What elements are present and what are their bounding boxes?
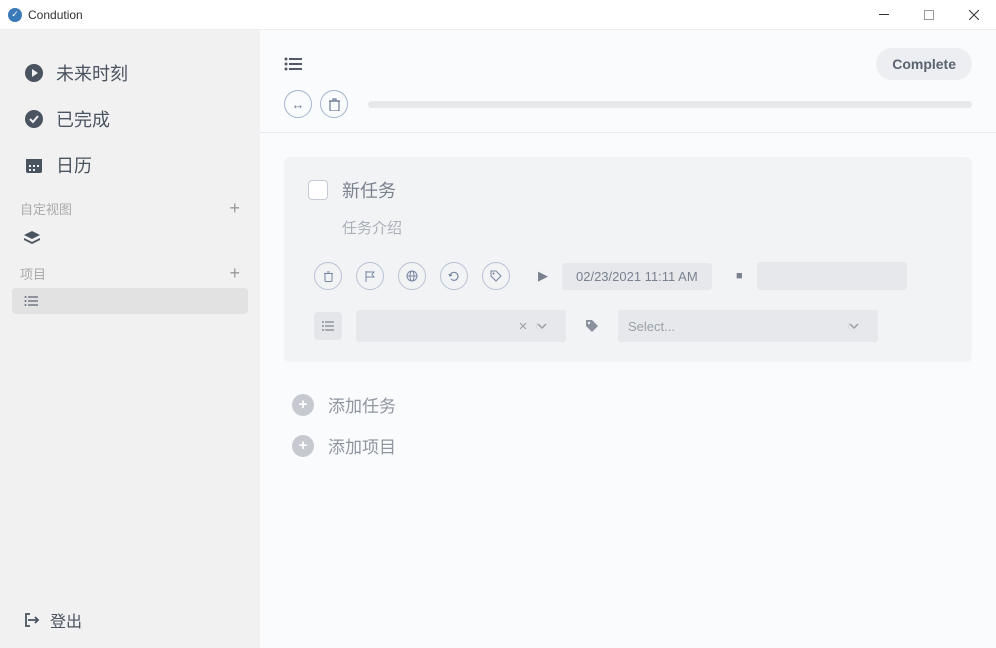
- sidebar: 未来时刻 已完成 日历 自定视图 +: [0, 30, 260, 648]
- task-repeat-button[interactable]: [440, 262, 468, 290]
- nav-calendar[interactable]: 日历: [14, 142, 246, 188]
- task-flag-button[interactable]: [356, 262, 384, 290]
- section-label: 项目: [20, 264, 46, 283]
- logout-button[interactable]: 登出: [0, 592, 260, 648]
- app-icon: ✓: [8, 8, 22, 22]
- play-circle-icon: [24, 64, 44, 82]
- custom-view-item[interactable]: [0, 223, 260, 253]
- task-description-input[interactable]: 任务介绍: [342, 217, 948, 238]
- progress-bar: [368, 101, 972, 108]
- end-date-input[interactable]: [757, 262, 907, 290]
- nav-label: 日历: [56, 152, 92, 178]
- task-title-input[interactable]: 新任务: [342, 177, 396, 203]
- trash-icon: [329, 98, 340, 111]
- clear-icon[interactable]: ×: [510, 318, 536, 335]
- add-project-label: 添加项目: [328, 433, 396, 458]
- maximize-button[interactable]: [906, 0, 951, 30]
- window-titlebar: ✓ Condution: [0, 0, 996, 30]
- project-header-icon: [284, 57, 302, 71]
- tag-dropdown[interactable]: Select...: [618, 310, 878, 342]
- flag-icon: [365, 271, 375, 282]
- section-label: 自定视图: [20, 199, 72, 218]
- custom-view-section-header: 自定视图 +: [0, 188, 260, 223]
- task-card: 新任务 任务介绍: [284, 157, 972, 362]
- project-item[interactable]: [12, 288, 248, 314]
- tag-icon: [584, 318, 600, 334]
- trash-icon: [324, 271, 333, 282]
- start-date-input[interactable]: 02/23/2021 11:11 AM: [562, 263, 712, 290]
- window-title: Condution: [28, 8, 83, 22]
- subtask-list-button[interactable]: [314, 312, 342, 340]
- task-globe-button[interactable]: [398, 262, 426, 290]
- add-task-button[interactable]: + 添加任务: [292, 384, 964, 425]
- projects-section-header: 项目 +: [0, 253, 260, 288]
- minimize-button[interactable]: [861, 0, 906, 30]
- task-tag-button[interactable]: [482, 262, 510, 290]
- nav-label: 已完成: [56, 106, 110, 132]
- plus-circle-icon: +: [292, 435, 314, 457]
- divider: [260, 132, 996, 133]
- check-circle-icon: [24, 110, 44, 128]
- add-project-button[interactable]: +: [229, 263, 240, 284]
- delete-button[interactable]: [320, 90, 348, 118]
- complete-button[interactable]: Complete: [876, 48, 972, 80]
- logout-label: 登出: [50, 608, 82, 632]
- list-icon: [322, 321, 334, 331]
- nav-label: 未来时刻: [56, 60, 128, 86]
- logout-icon: [24, 612, 40, 628]
- add-task-label: 添加任务: [328, 392, 396, 417]
- move-button[interactable]: ↔: [284, 90, 312, 118]
- plus-circle-icon: +: [292, 394, 314, 416]
- calendar-icon: [24, 156, 44, 174]
- add-project-inline-button[interactable]: + 添加项目: [292, 425, 964, 466]
- project-dropdown[interactable]: ×: [356, 310, 566, 342]
- repeat-icon: [448, 270, 460, 282]
- play-icon: ▶: [538, 268, 548, 284]
- task-checkbox[interactable]: [308, 180, 328, 200]
- chevron-down-icon[interactable]: [536, 323, 566, 329]
- stop-icon: ■: [736, 270, 743, 282]
- chevron-down-icon[interactable]: [848, 323, 878, 329]
- arrows-icon: ↔: [292, 97, 305, 112]
- tag-icon: [490, 270, 502, 282]
- nav-upcoming[interactable]: 未来时刻: [14, 50, 246, 96]
- globe-icon: [406, 270, 418, 282]
- add-custom-view-button[interactable]: +: [229, 198, 240, 219]
- task-delete-button[interactable]: [314, 262, 342, 290]
- list-icon: [24, 296, 236, 306]
- layers-icon: [24, 231, 236, 245]
- nav-completed[interactable]: 已完成: [14, 96, 246, 142]
- main-content: Complete ↔ 新任务 任务介绍: [260, 30, 996, 648]
- close-button[interactable]: [951, 0, 996, 30]
- tag-dropdown-input[interactable]: Select...: [618, 319, 848, 334]
